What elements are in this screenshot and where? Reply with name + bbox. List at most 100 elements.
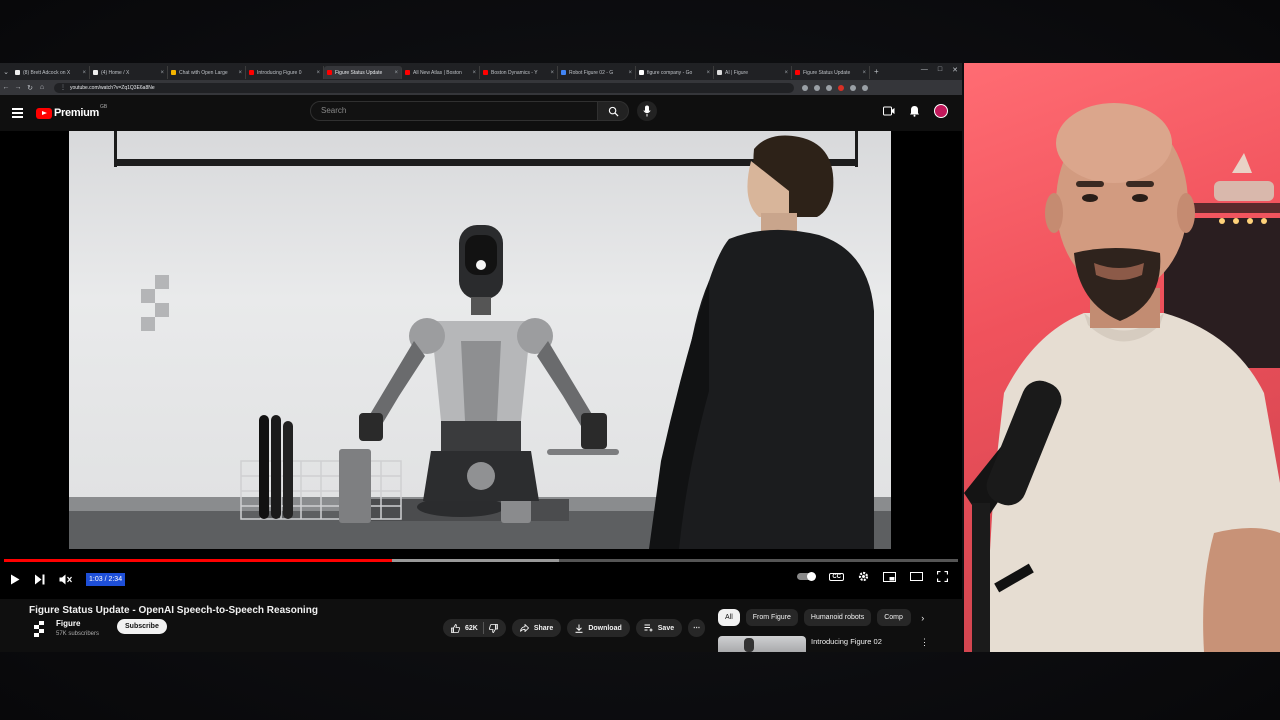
like-divider [482,622,484,634]
browser-tab[interactable]: (8) Brett Adcock on X × [12,66,90,79]
tab-close-icon[interactable]: × [316,70,320,76]
recommended-title[interactable]: Introducing Figure 02 [811,637,882,646]
save-playlist-icon [644,624,653,632]
tab-favicon-icon [561,70,566,75]
channel-logo[interactable] [33,621,45,637]
tab-title: figure company - Go [647,69,693,76]
download-label: Download [588,624,622,632]
window-controls: — □ ✕ [921,66,958,74]
chip-comp[interactable]: Comp [877,609,912,626]
more-actions-button[interactable]: ⋯ [688,619,706,637]
progress-bar[interactable] [4,559,958,562]
browser-tab[interactable]: (4) Home / X × [90,66,168,79]
tab-favicon-icon [483,70,488,75]
tab-close-icon[interactable]: × [862,70,866,76]
subscriber-count: 57K subscribers [56,631,100,637]
new-tab-button[interactable]: + [874,67,879,76]
chevron-right-icon[interactable]: › [921,613,924,623]
voice-search-button[interactable] [637,101,657,121]
recommended-thumbnail[interactable] [718,636,806,652]
video-frame[interactable] [69,131,891,549]
next-video-icon[interactable] [34,574,45,585]
browser-tab[interactable]: All New Atlas | Boston × [402,66,480,79]
maximize-icon[interactable]: □ [938,66,942,74]
tab-close-icon[interactable]: × [706,70,710,76]
tab-close-icon[interactable]: × [238,70,242,76]
save-label: Save [657,624,675,632]
thumbs-down-icon[interactable] [488,623,498,633]
search-button[interactable] [597,101,629,121]
forward-icon[interactable]: → [12,84,24,91]
extension-icon[interactable] [850,84,856,91]
like-dislike-group: 62K [443,619,506,637]
theater-mode-icon[interactable] [910,572,923,581]
autoplay-toggle[interactable] [797,572,817,581]
url-text: youtube.com/watch?v=Zq1Q3E6a8Ne [70,84,155,91]
thumbs-up-icon[interactable] [451,623,460,633]
recommended-more-icon[interactable]: ⋮ [920,637,929,648]
download-button[interactable]: Download [567,619,630,637]
more-icon: ⋯ [693,625,701,632]
play-icon[interactable] [10,574,20,585]
tab-close-icon[interactable]: × [394,70,398,76]
search-input[interactable]: Search [310,101,598,121]
home-icon[interactable]: ⌂ [36,84,48,91]
browser-tab[interactable]: Figure Status Update × [324,66,402,79]
fullscreen-icon[interactable] [937,571,948,582]
bookmark-icon[interactable] [826,84,832,91]
chip-from-figure[interactable]: From Figure [745,609,798,626]
tab-close-icon[interactable]: × [628,70,632,76]
share-button[interactable]: Share [511,619,562,637]
browser-tab[interactable]: Boston Dynamics - Y × [480,66,558,79]
browser-tab[interactable]: Introducing Figure 0 × [246,66,324,79]
search-icon [608,106,619,117]
zoom-icon[interactable] [814,84,820,91]
extension-red-icon[interactable] [838,84,844,91]
notifications-bell-icon[interactable] [909,105,920,117]
subtitles-icon[interactable]: CC [829,572,844,581]
create-video-icon[interactable] [883,106,895,116]
miniplayer-icon[interactable] [883,571,896,582]
tab-close-icon[interactable]: × [160,70,164,76]
browser-tab[interactable]: figure company - Go × [636,66,714,79]
reload-icon[interactable]: ↻ [24,84,36,92]
browser-tab[interactable]: Chat with Open Large × [168,66,246,79]
webcam-overlay [964,63,1280,652]
save-button[interactable]: Save [635,619,683,637]
tab-close-icon[interactable]: × [550,70,554,76]
tab-favicon-icon [249,70,254,75]
close-window-icon[interactable]: ✕ [952,66,958,74]
tab-close-icon[interactable]: × [472,70,476,76]
youtube-logo[interactable]: Premium GB [36,104,107,119]
tab-title: Boston Dynamics - Y [491,69,538,76]
header-actions [883,104,948,118]
extension-icon[interactable] [802,84,808,91]
video-player[interactable]: 1:03 / 2:34 CC [0,131,962,599]
settings-gear-icon[interactable] [858,571,869,582]
browser-tab[interactable]: Figure Status Update × [792,66,870,79]
tab-close-icon[interactable]: × [784,70,788,76]
profile-icon[interactable] [862,84,868,91]
back-icon[interactable]: ← [0,84,12,91]
browser-tab[interactable]: AI | Figure × [714,66,792,79]
tab-list: (8) Brett Adcock on X × (4) Home / X × Chat … [12,64,870,79]
minimize-icon[interactable]: — [921,66,928,74]
share-icon [519,624,529,632]
account-avatar[interactable] [934,104,948,118]
volume-muted-icon[interactable] [59,574,72,585]
channel-name[interactable]: Figure [56,619,80,628]
site-info-icon[interactable]: ⋮ [60,84,66,91]
chip-humanoid-robots[interactable]: Humanoid robots [803,609,872,626]
tab-favicon-icon [639,70,644,75]
url-field[interactable]: ⋮ youtube.com/watch?v=Zq1Q3E6a8Ne [54,82,794,93]
tab-close-icon[interactable]: × [82,70,86,76]
subscribe-button[interactable]: Subscribe [117,619,167,634]
tab-search-icon[interactable]: ⌄ [0,68,12,76]
figure-wall-logo [141,275,169,331]
hamburger-menu-icon[interactable] [12,108,23,118]
chip-all[interactable]: All [718,609,740,626]
like-count[interactable]: 62K [465,625,478,632]
browser-tab[interactable]: Robot Figure 02 - G × [558,66,636,79]
tab-title: AI | Figure [725,69,748,76]
screen-recording-frame: ⌄ (8) Brett Adcock on X × (4) Home / X × Cha… [0,0,1280,720]
